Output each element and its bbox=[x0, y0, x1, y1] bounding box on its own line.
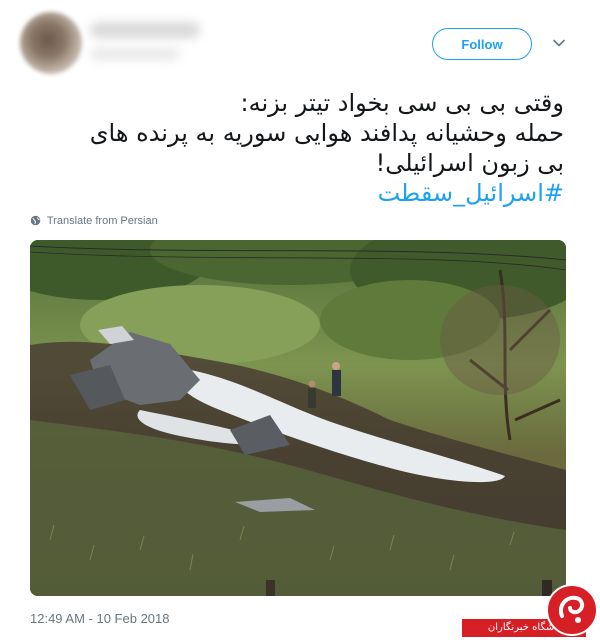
tweet-header: Follow bbox=[0, 0, 600, 88]
translate-label: Translate from Persian bbox=[46, 215, 158, 227]
avatar[interactable] bbox=[20, 12, 82, 74]
crash-site-image bbox=[30, 240, 566, 596]
logo-icon bbox=[546, 584, 598, 636]
tweet-text-line: بی زبون اسرائیلی! bbox=[375, 149, 564, 177]
tweet-photo[interactable] bbox=[30, 240, 566, 596]
chevron-down-icon[interactable] bbox=[550, 34, 568, 52]
tweet-text: وقتی بی بی سی بخواد تیتر بزنه: حمله وحشی… bbox=[44, 88, 564, 208]
tweet-text-line: حمله وحشیانه پدافند هوایی سوریه به پرنده… bbox=[89, 119, 564, 147]
globe-icon bbox=[30, 215, 41, 226]
tweet-card: Follow وقتی بی بی سی بخواد تیتر بزنه: حم… bbox=[0, 0, 600, 640]
author-name-blurred[interactable] bbox=[90, 22, 200, 38]
tweet-text-line: وقتی بی بی سی بخواد تیتر بزنه: bbox=[240, 89, 564, 117]
hashtag-link[interactable]: #اسرائیل_سقطت bbox=[44, 178, 564, 208]
tweet-timestamp[interactable]: 12:49 AM - 10 Feb 2018 bbox=[30, 610, 169, 628]
translate-link[interactable]: Translate from Persian bbox=[30, 214, 158, 228]
author-handle-blurred[interactable] bbox=[90, 48, 180, 60]
follow-button[interactable]: Follow bbox=[432, 28, 532, 60]
watermark: باشگاه خبرنگاران bbox=[462, 584, 600, 640]
